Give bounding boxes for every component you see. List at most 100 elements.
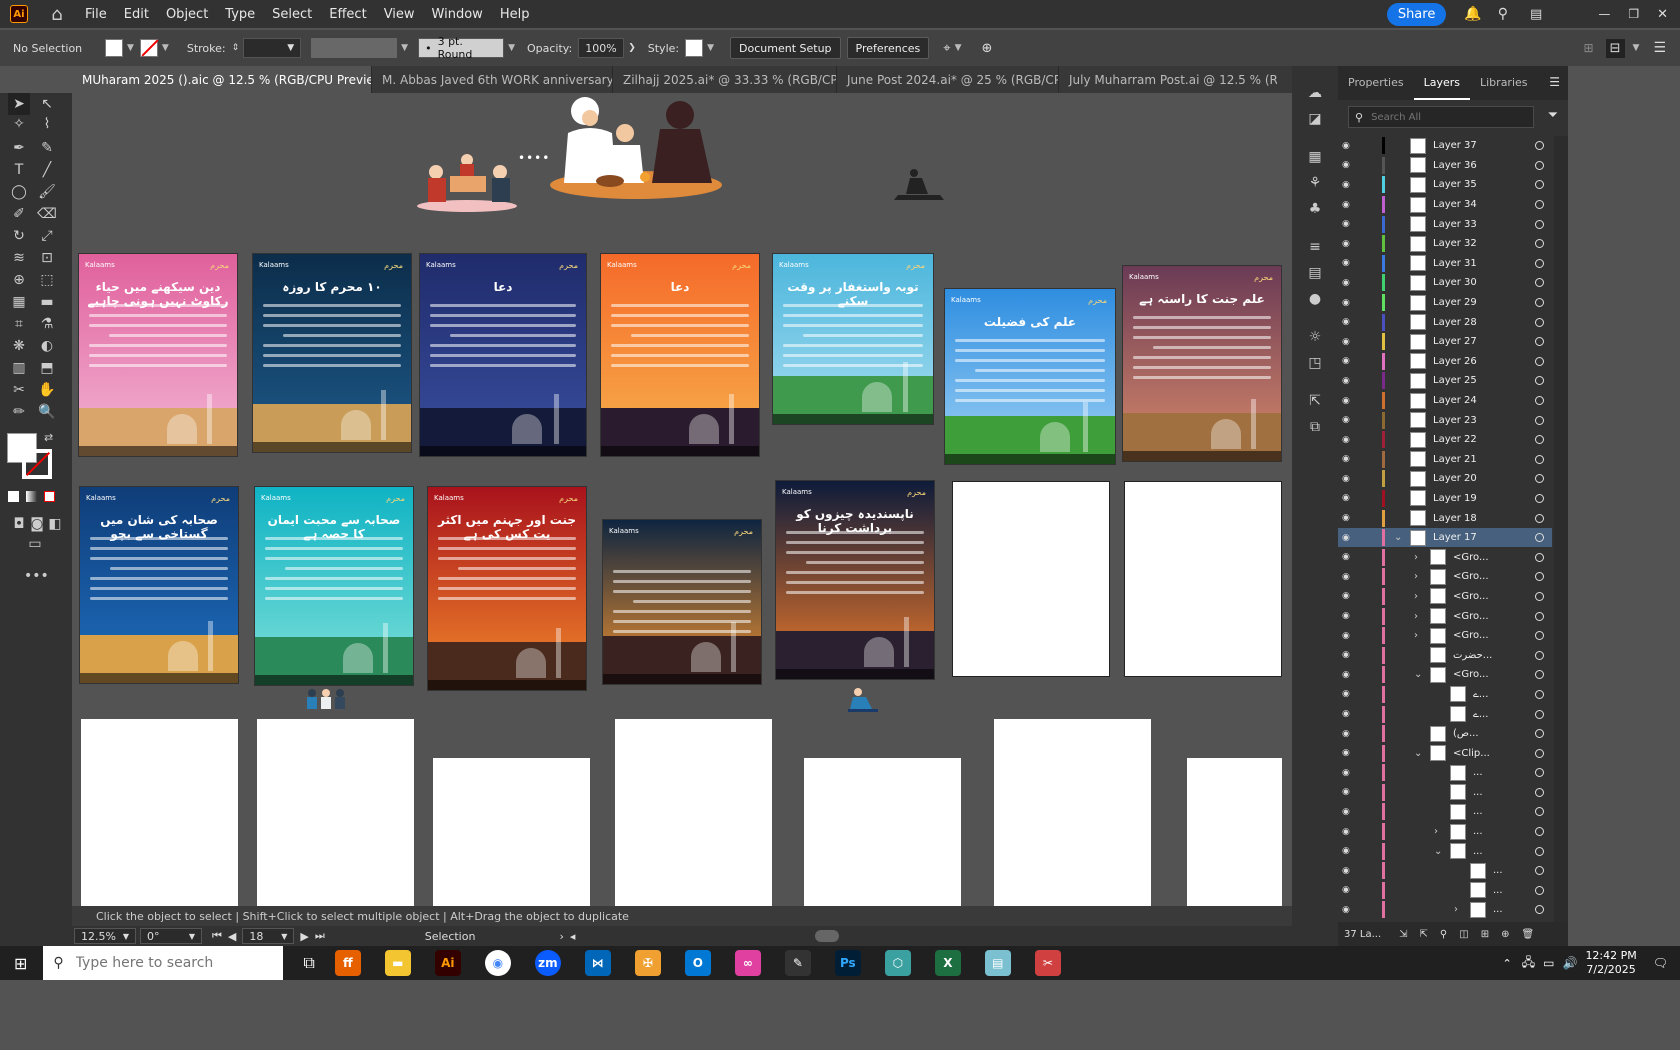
export-layer-icon[interactable]: ⇲: [1399, 929, 1407, 940]
menu-select[interactable]: Select: [272, 7, 312, 22]
menu-effect[interactable]: Effect: [329, 7, 366, 22]
artboard-blank[interactable]: [81, 719, 238, 909]
eraser-icon[interactable]: ⌫: [36, 203, 58, 225]
layer-row[interactable]: ◉ ے...: [1338, 685, 1552, 705]
layer-row[interactable]: ◉ ⌄ Layer 17: [1338, 527, 1552, 548]
artboard-post[interactable]: Kalaams محرم صحابہ کی شان میں گستاخی سے بچ…: [79, 486, 239, 684]
artboard-number-field[interactable]: 18 ▼: [242, 928, 295, 944]
ellipse-tool-icon[interactable]: ◯: [8, 181, 30, 203]
praying-man-illustration[interactable]: [848, 687, 878, 712]
visibility-icon[interactable]: ◉: [1342, 768, 1356, 778]
tab-libraries[interactable]: Libraries: [1470, 66, 1538, 100]
paintbrush-icon[interactable]: 🖌: [36, 181, 58, 203]
graphic-styles-icon[interactable]: ◳: [1304, 352, 1326, 374]
artboard-blank[interactable]: [1187, 758, 1282, 908]
menu-help[interactable]: Help: [500, 7, 530, 22]
visibility-icon[interactable]: ◉: [1342, 689, 1356, 699]
target-icon[interactable]: [1535, 298, 1544, 308]
rotate-field[interactable]: 0° ▼: [140, 928, 202, 944]
warp-tool-icon[interactable]: ≋: [8, 247, 30, 269]
libraries-panel-icon[interactable]: ☁: [1304, 82, 1326, 104]
outlook-icon[interactable]: O: [684, 950, 711, 976]
visibility-icon[interactable]: ◉: [1342, 650, 1356, 660]
perspective-grid-icon[interactable]: ▦: [8, 291, 30, 313]
artboard-post[interactable]: Kalaams محرم: [602, 519, 762, 685]
share-button[interactable]: Share: [1386, 2, 1447, 26]
target-icon[interactable]: [1535, 435, 1544, 445]
bell-icon[interactable]: 🔔: [1464, 6, 1481, 22]
target-icon[interactable]: [1535, 317, 1544, 327]
chevron-down-icon[interactable]: ⌄: [1414, 669, 1422, 680]
visibility-icon[interactable]: ◉: [1342, 415, 1356, 425]
target-icon[interactable]: [1535, 905, 1544, 915]
app-hex-icon[interactable]: ⬡: [884, 950, 911, 976]
blend-tool-icon[interactable]: ◐: [36, 335, 58, 357]
artboard-post[interactable]: Kalaams محرم دعا: [600, 253, 760, 457]
visibility-icon[interactable]: ◉: [1342, 513, 1356, 523]
minimize-icon[interactable]: —: [1598, 7, 1610, 21]
target-icon[interactable]: [1535, 493, 1544, 503]
illustrator-logo[interactable]: Ai: [10, 5, 28, 23]
free-transform-icon[interactable]: ⊡: [36, 247, 58, 269]
tab-layers[interactable]: Layers: [1413, 66, 1470, 100]
collect-export-icon[interactable]: ⇱: [1420, 929, 1428, 940]
chevron-right-icon[interactable]: ›: [1434, 826, 1438, 837]
layer-row[interactable]: ◉ ›...: [1338, 822, 1552, 842]
network-icon[interactable]: 🖧: [1522, 953, 1535, 974]
shaper-tool-icon[interactable]: ✐: [8, 203, 30, 225]
pencil-tool-icon[interactable]: ✏: [8, 401, 30, 423]
export-icon[interactable]: ⇱: [1304, 390, 1326, 412]
target-icon[interactable]: [1535, 219, 1544, 229]
target-icon[interactable]: [1535, 356, 1544, 366]
target-icon[interactable]: [1535, 552, 1544, 562]
visibility-icon[interactable]: ◉: [1342, 317, 1356, 327]
menu-view[interactable]: View: [384, 7, 415, 22]
artboard-blank[interactable]: [615, 719, 772, 909]
layers-search[interactable]: ⚲: [1348, 106, 1534, 128]
visibility-icon[interactable]: ◉: [1342, 258, 1356, 268]
image-trace-icon[interactable]: ◪: [1304, 108, 1326, 130]
mesh-tool-icon[interactable]: ⌗: [8, 313, 30, 335]
artboard-post[interactable]: Kalaams محرم دین سیکھنے میں حیاء رکاوٹ نہی…: [78, 253, 238, 457]
visibility-icon[interactable]: ◉: [1342, 611, 1356, 621]
chevron-down-icon[interactable]: ▼: [127, 43, 134, 53]
layer-row[interactable]: ◉ Layer 20: [1338, 469, 1552, 489]
stroke-stepper[interactable]: ⇕: [232, 43, 240, 53]
chevron-down-icon[interactable]: ▼: [401, 43, 408, 53]
target-icon[interactable]: [1535, 787, 1544, 797]
task-view-icon[interactable]: ⧉: [303, 953, 314, 973]
layer-row[interactable]: ◉ Layer 35: [1338, 175, 1552, 195]
visibility-icon[interactable]: ◉: [1342, 356, 1356, 366]
layer-row[interactable]: ◉ › <Gro...: [1338, 567, 1552, 587]
visibility-icon[interactable]: ◉: [1342, 376, 1356, 386]
target-icon[interactable]: [1535, 160, 1544, 170]
magic-wand-icon[interactable]: ✧: [8, 113, 30, 135]
artboard-post[interactable]: Kalaams محرم دعا: [419, 253, 587, 457]
visibility-icon[interactable]: ◉: [1342, 827, 1356, 837]
clipping-mask-icon[interactable]: ◫: [1459, 929, 1468, 940]
people-sitting-illustration[interactable]: [304, 687, 349, 712]
target-icon[interactable]: [1535, 768, 1544, 778]
photoshop-taskbar-icon[interactable]: Ps: [834, 950, 861, 976]
visibility-icon[interactable]: ◉: [1342, 533, 1356, 543]
target-icon[interactable]: [1535, 239, 1544, 249]
direct-selection-tool-icon[interactable]: ↖: [36, 93, 58, 115]
target-icon[interactable]: [1535, 454, 1544, 464]
swap-colors-icon[interactable]: ⇄: [44, 431, 53, 444]
panel-toggle-icon[interactable]: ⊟: [1605, 38, 1625, 58]
layer-row[interactable]: ◉ › <Gro...: [1338, 606, 1552, 626]
chevron-down-icon[interactable]: ▼: [1633, 43, 1640, 53]
layer-row[interactable]: ◉ Layer 26: [1338, 352, 1552, 372]
artboard-blank[interactable]: [994, 719, 1151, 909]
layer-row[interactable]: ◉...: [1338, 861, 1552, 881]
column-graph-icon[interactable]: ▥: [8, 357, 30, 379]
brushes-panel-icon[interactable]: ⚘: [1304, 172, 1326, 194]
zoom-app-icon[interactable]: zm: [534, 950, 561, 976]
layer-row[interactable]: ◉ Layer 37: [1338, 136, 1552, 156]
variable-width-profile[interactable]: [311, 38, 398, 58]
layer-row[interactable]: ◉ Layer 24: [1338, 391, 1552, 411]
notifications-icon[interactable]: 🗨: [1653, 956, 1668, 970]
visibility-icon[interactable]: ◉: [1342, 298, 1356, 308]
layer-row[interactable]: ◉ Layer 34: [1338, 195, 1552, 215]
slice-tool-icon[interactable]: ✂: [8, 379, 30, 401]
